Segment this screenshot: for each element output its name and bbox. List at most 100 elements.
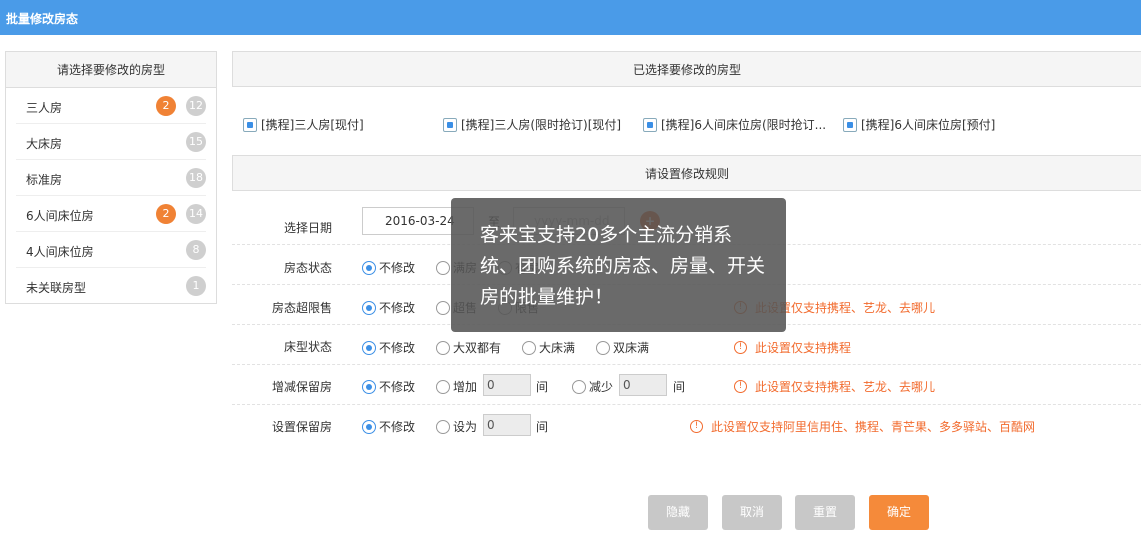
radio-label: 大双都有: [453, 341, 502, 355]
set-reserve-row: 设置保留房 不修改 设为 0 间 ! 此设置仅支持阿里信用住、携程、青芒果、多多驿…: [232, 405, 1141, 445]
selected-section-header: 已选择要修改的房型: [232, 51, 1141, 87]
room-type-panel-header: 请选择要修改的房型: [6, 52, 216, 88]
title-bar: 批量修改房态: [0, 0, 1141, 35]
selected-room-checkbox[interactable]: [携程]三人房[现付]: [243, 116, 364, 133]
selected-room-label: [携程]三人房(限时抢订)[现付]: [461, 118, 622, 132]
sub-quantity-input[interactable]: 0: [619, 374, 667, 396]
bed-status-note: ! 此设置仅支持携程: [734, 339, 851, 356]
radio-label: 不修改: [379, 420, 416, 434]
radio-icon: [572, 379, 586, 394]
adjust-reserve-radio-add[interactable]: 增加: [436, 378, 477, 395]
note-text: 此设置仅支持携程: [755, 341, 852, 355]
add-unit: 间: [536, 380, 549, 394]
rules-section-header: 请设置修改规则: [232, 155, 1141, 191]
room-type-label: 4人间床位房: [26, 245, 94, 259]
radio-icon: [362, 419, 376, 434]
total-count-badge: 14: [186, 204, 206, 224]
total-count-badge: 18: [186, 168, 206, 188]
date-label: 选择日期: [283, 221, 332, 235]
set-quantity-input[interactable]: 0: [483, 414, 531, 436]
total-count-badge: 15: [186, 132, 206, 152]
info-circle-icon: !: [734, 380, 747, 393]
oversell-radio-none[interactable]: 不修改: [362, 299, 415, 316]
room-type-panel: 请选择要修改的房型 三人房 2 12 大床房 15 标准房 18 6人间床位房 …: [5, 51, 217, 304]
radio-icon: [436, 419, 450, 434]
bed-status-radio-twin-full[interactable]: 双床满: [596, 339, 649, 356]
total-count-badge: 12: [186, 96, 206, 116]
radio-icon: [362, 300, 376, 315]
adjust-reserve-note: ! 此设置仅支持携程、艺龙、去哪儿: [734, 378, 935, 395]
radio-label: 大床满: [539, 341, 576, 355]
selected-count-badge: 2: [156, 96, 176, 116]
radio-icon: [362, 260, 376, 275]
radio-icon: [436, 379, 450, 394]
note-text: 此设置仅支持阿里信用住、携程、青芒果、多多驿站、百酷网: [711, 420, 1036, 434]
info-circle-icon: !: [734, 341, 747, 354]
radio-label: 增加: [453, 380, 478, 394]
selected-room-checkbox[interactable]: [携程]三人房(限时抢订)[现付]: [443, 116, 621, 133]
radio-label: 不修改: [379, 341, 416, 355]
checkbox-checked-icon: [243, 117, 257, 132]
adjust-reserve-row: 增减保留房 不修改 增加 0 间 减少 0 间 ! 此设置仅支持携程、艺龙、去哪儿: [232, 365, 1141, 405]
note-text: 此设置仅支持携程、艺龙、去哪儿: [755, 380, 936, 394]
selected-room-checkbox[interactable]: [携程]6人间床位房(限时抢订...: [643, 116, 826, 133]
room-status-radio-none[interactable]: 不修改: [362, 259, 415, 276]
room-type-label: 标准房: [26, 173, 63, 187]
selected-room-label: [携程]6人间床位房[预付]: [861, 118, 996, 132]
checkbox-checked-icon: [443, 117, 457, 132]
total-count-badge: 8: [186, 240, 206, 260]
selected-count-badge: 2: [156, 204, 176, 224]
total-count-badge: 1: [186, 276, 206, 296]
radio-label: 不修改: [379, 261, 416, 275]
hide-button[interactable]: 隐藏: [648, 495, 708, 530]
radio-icon: [596, 340, 610, 355]
cancel-button[interactable]: 取消: [722, 495, 782, 530]
set-reserve-radio-none[interactable]: 不修改: [362, 418, 415, 435]
radio-label: 减少: [589, 380, 614, 394]
checkbox-checked-icon: [643, 117, 657, 132]
page-title: 批量修改房态: [6, 12, 79, 26]
set-unit: 间: [536, 420, 549, 434]
bed-status-radio-none[interactable]: 不修改: [362, 339, 415, 356]
bed-status-radio-double-full[interactable]: 大床满: [522, 339, 575, 356]
bed-status-radio-both[interactable]: 大双都有: [436, 339, 501, 356]
set-reserve-label: 设置保留房: [271, 420, 332, 434]
radio-icon: [522, 340, 536, 355]
room-type-item-三人房[interactable]: 三人房 2 12: [16, 88, 206, 124]
selected-room-label: [携程]6人间床位房(限时抢订...: [661, 118, 827, 132]
room-type-label: 三人房: [26, 101, 63, 115]
room-type-item-4人间床位房[interactable]: 4人间床位房 8: [16, 232, 206, 268]
bed-status-label: 床型状态: [283, 340, 332, 354]
room-type-item-未关联房型[interactable]: 未关联房型 1: [16, 268, 206, 304]
reset-button[interactable]: 重置: [795, 495, 855, 530]
room-type-label: 未关联房型: [26, 281, 87, 295]
selected-room-checkbox[interactable]: [携程]6人间床位房[预付]: [843, 116, 995, 133]
sub-unit: 间: [673, 380, 686, 394]
radio-label: 设为: [453, 420, 478, 434]
room-type-item-6人间床位房[interactable]: 6人间床位房 2 14: [16, 196, 206, 232]
adjust-reserve-radio-none[interactable]: 不修改: [362, 378, 415, 395]
adjust-reserve-radio-sub[interactable]: 减少: [572, 378, 613, 395]
radio-label: 双床满: [613, 341, 650, 355]
radio-label: 不修改: [379, 301, 416, 315]
confirm-button[interactable]: 确定: [869, 495, 929, 530]
selected-room-label: [携程]三人房[现付]: [261, 118, 364, 132]
oversell-label: 房态超限售: [271, 301, 332, 315]
set-reserve-note: ! 此设置仅支持阿里信用住、携程、青芒果、多多驿站、百酷网: [690, 418, 1035, 435]
radio-label: 不修改: [379, 380, 416, 394]
room-type-item-大床房[interactable]: 大床房 15: [16, 124, 206, 160]
radio-icon: [362, 340, 376, 355]
radio-icon: [436, 260, 450, 275]
add-quantity-input[interactable]: 0: [483, 374, 531, 396]
radio-icon: [436, 340, 450, 355]
adjust-reserve-label: 增减保留房: [271, 380, 332, 394]
room-status-label: 房态状态: [283, 261, 332, 275]
room-type-label: 6人间床位房: [26, 209, 94, 223]
room-type-item-标准房[interactable]: 标准房 18: [16, 160, 206, 196]
radio-icon: [436, 300, 450, 315]
radio-icon: [362, 379, 376, 394]
promo-tooltip: 客来宝支持20多个主流分销系统、团购系统的房态、房量、开关房的批量维护！: [451, 198, 786, 332]
checkbox-checked-icon: [843, 117, 857, 132]
set-reserve-radio-set[interactable]: 设为: [436, 418, 477, 435]
info-circle-icon: !: [690, 420, 703, 433]
